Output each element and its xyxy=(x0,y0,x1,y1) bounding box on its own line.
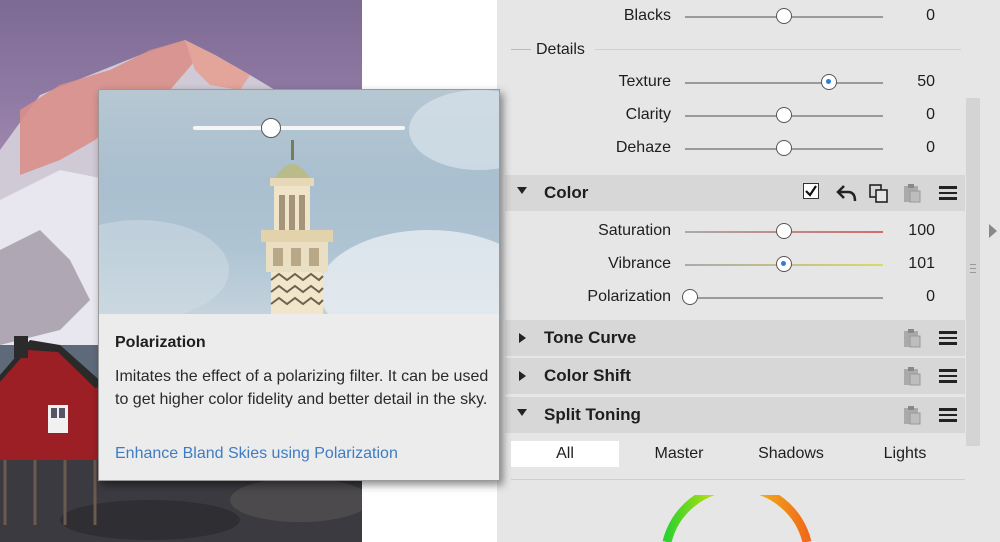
demo-slider-track xyxy=(193,126,405,130)
slider-label: Vibrance xyxy=(608,255,671,272)
tab-shadows[interactable]: Shadows xyxy=(737,441,845,467)
slider-value[interactable]: 0 xyxy=(895,7,935,25)
section-header-tone-curve[interactable]: Tone Curve xyxy=(505,320,965,356)
menu-icon[interactable] xyxy=(937,366,959,386)
tooltip-preview-image xyxy=(99,90,499,314)
section-header-color[interactable]: Color xyxy=(505,175,965,211)
slider-row-dehaze: Dehaze 0 xyxy=(497,132,967,165)
color-wheel[interactable] xyxy=(657,495,817,542)
tooltip-description: Imitates the effect of a polarizing filt… xyxy=(115,368,489,408)
slider-label: Texture xyxy=(618,73,671,90)
expand-arrow-icon[interactable] xyxy=(519,333,526,343)
paste-icon[interactable] xyxy=(901,183,923,203)
menu-icon[interactable] xyxy=(937,405,959,425)
slider-thumb[interactable] xyxy=(821,74,837,90)
split-toning-tabs: All Master Shadows Lights xyxy=(511,441,965,467)
minaret-image xyxy=(99,90,499,314)
slider-value[interactable]: 100 xyxy=(895,222,935,240)
slider-row-clarity: Clarity 0 xyxy=(497,99,967,132)
slider-row-vibrance: Vibrance 101 xyxy=(497,248,967,281)
slider-track[interactable] xyxy=(685,297,883,299)
slider-track[interactable] xyxy=(685,82,883,84)
slider-label: Saturation xyxy=(598,222,671,239)
slider-thumb[interactable] xyxy=(776,223,792,239)
section-title: Color xyxy=(544,183,589,202)
slider-value[interactable]: 0 xyxy=(895,106,935,124)
tab-master[interactable]: Master xyxy=(625,441,733,467)
menu-icon[interactable] xyxy=(937,328,959,348)
slider-label: Polarization xyxy=(587,288,671,305)
collapse-arrow-icon[interactable] xyxy=(517,409,527,416)
tooltip-title: Polarization xyxy=(115,334,206,351)
slider-value[interactable]: 101 xyxy=(895,255,935,273)
slider-row-polarization: Polarization 0 xyxy=(497,281,967,314)
details-header: Details xyxy=(536,41,585,58)
slider-label: Blacks xyxy=(623,7,671,24)
polarization-tooltip: Polarization Imitates the effect of a po… xyxy=(98,89,500,481)
divider xyxy=(511,479,965,480)
slider-row-blacks: Blacks 0 xyxy=(497,0,967,33)
tab-all[interactable]: All xyxy=(511,441,619,467)
slider-thumb[interactable] xyxy=(776,107,792,123)
collapse-arrow-icon[interactable] xyxy=(517,187,527,194)
slider-row-saturation: Saturation 100 xyxy=(497,215,967,248)
section-title: Tone Curve xyxy=(544,328,637,347)
paste-icon[interactable] xyxy=(901,366,923,386)
slider-row-texture: Texture 50 xyxy=(497,66,967,99)
section-title: Split Toning xyxy=(544,405,641,424)
section-header-color-shift[interactable]: Color Shift xyxy=(505,358,965,394)
slider-value[interactable]: 50 xyxy=(895,73,935,91)
tab-lights[interactable]: Lights xyxy=(851,441,959,467)
divider xyxy=(595,49,961,50)
paste-icon[interactable] xyxy=(901,405,923,425)
slider-thumb[interactable] xyxy=(682,289,698,305)
slider-label: Dehaze xyxy=(615,139,671,156)
copy-icon[interactable] xyxy=(868,183,890,203)
divider xyxy=(511,49,531,50)
section-title: Color Shift xyxy=(544,366,631,385)
checkbox-checked-icon[interactable] xyxy=(803,183,819,199)
slider-thumb[interactable] xyxy=(776,8,792,24)
menu-icon[interactable] xyxy=(937,183,959,203)
slider-thumb[interactable] xyxy=(776,256,792,272)
paste-icon[interactable] xyxy=(901,328,923,348)
section-header-split-toning[interactable]: Split Toning xyxy=(505,397,965,433)
scrollbar[interactable] xyxy=(966,98,980,446)
panel-expand-arrow-icon[interactable] xyxy=(989,224,997,238)
slider-value[interactable]: 0 xyxy=(895,288,935,306)
expand-arrow-icon[interactable] xyxy=(519,371,526,381)
adjustment-panel: Blacks 0 Details Texture 50 Clarity 0 De… xyxy=(497,0,1000,542)
slider-thumb[interactable] xyxy=(776,140,792,156)
tooltip-help-link[interactable]: Enhance Bland Skies using Polarization xyxy=(115,445,398,463)
demo-slider-thumb xyxy=(261,118,281,138)
undo-icon[interactable] xyxy=(836,183,858,203)
slider-label: Clarity xyxy=(625,106,671,123)
slider-value[interactable]: 0 xyxy=(895,139,935,157)
